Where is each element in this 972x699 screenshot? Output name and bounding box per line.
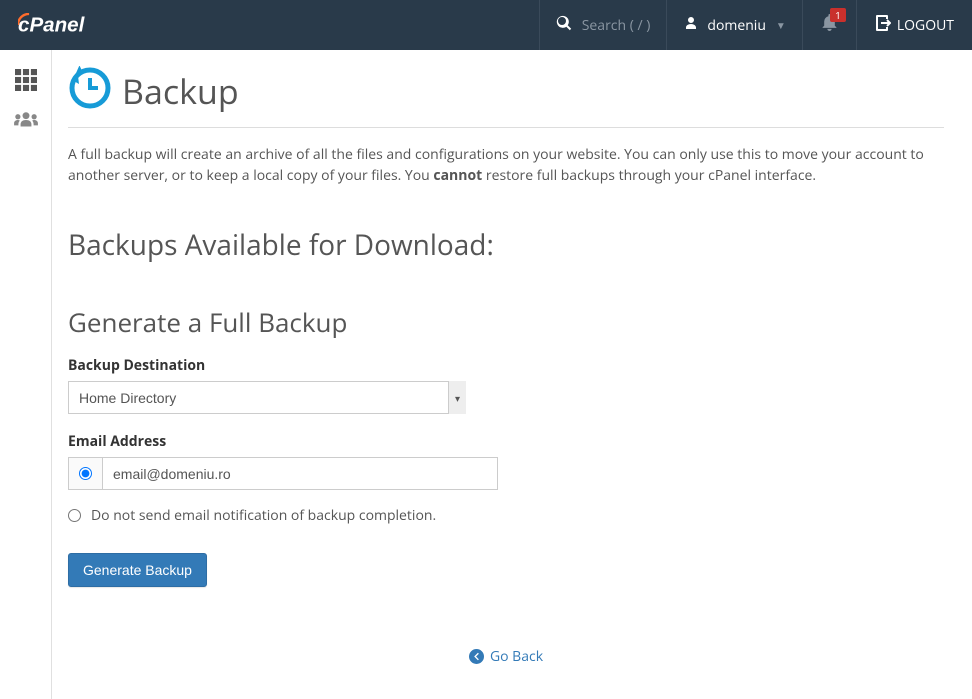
username: domeniu [707,16,766,35]
sidebar-item-apps[interactable] [0,60,51,100]
page-title: Backup [122,68,239,114]
generate-backup-button[interactable]: Generate Backup [68,553,207,587]
no-notify-radio[interactable] [68,509,81,522]
content-area: Backup A full backup will create an arch… [52,50,972,699]
logout-icon [875,15,891,36]
search-icon [556,15,572,36]
destination-select-wrap: Home Directory ▾ [68,381,466,414]
email-input-group [68,457,498,490]
generate-backup-heading: Generate a Full Backup [68,304,944,340]
email-notify-radio[interactable] [79,467,92,480]
caret-down-icon: ▼ [776,18,786,32]
logout-label: LOGOUT [897,16,954,35]
topbar: cPanel Search ( / ) domeniu ▼ 1 LOGOUT [0,0,972,50]
notification-badge: 1 [830,8,846,22]
destination-label: Backup Destination [68,356,944,375]
backups-available-heading: Backups Available for Download: [68,226,944,264]
sidebar [0,50,52,699]
search-placeholder: Search ( / ) [582,16,651,35]
sidebar-item-users[interactable] [0,100,51,140]
go-back-section: Go Back [68,647,944,669]
destination-select[interactable]: Home Directory [68,381,466,414]
page-description: A full backup will create an archive of … [68,144,944,186]
logout-button[interactable]: LOGOUT [856,0,972,50]
notifications-button[interactable]: 1 [802,0,856,50]
arrow-left-circle-icon [469,649,484,664]
user-menu[interactable]: domeniu ▼ [666,0,801,50]
no-notify-row[interactable]: Do not send email notification of backup… [68,506,944,525]
email-radio-addon[interactable] [68,457,102,490]
no-notify-label: Do not send email notification of backup… [91,506,436,525]
user-icon [683,15,699,36]
email-label: Email Address [68,432,944,451]
email-field[interactable] [102,457,498,490]
search-section[interactable]: Search ( / ) [539,0,667,50]
backup-icon [68,66,112,115]
cpanel-logo[interactable]: cPanel [0,13,131,37]
go-back-link[interactable]: Go Back [469,647,543,666]
divider [68,127,944,128]
svg-text:cPanel: cPanel [18,13,86,36]
page-header: Backup [68,66,944,115]
